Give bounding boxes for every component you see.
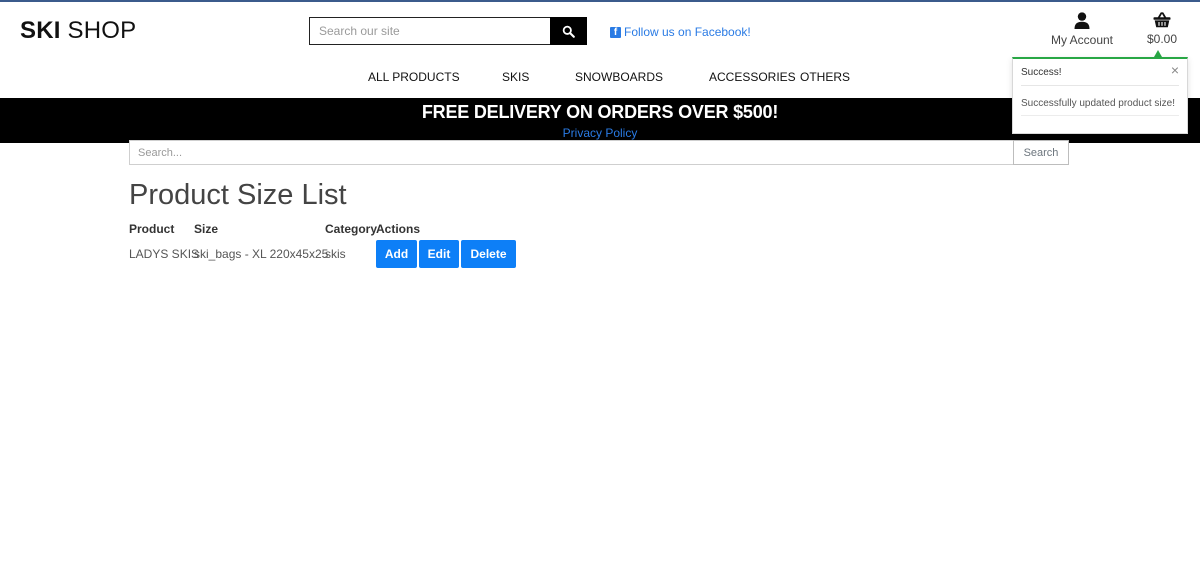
toast-title: Success! <box>1021 67 1062 78</box>
top-border <box>0 0 1200 2</box>
toast-arrow <box>1154 50 1162 57</box>
logo-bold-text: SKI <box>20 17 61 44</box>
site-logo[interactable]: SKI SHOP <box>20 17 136 45</box>
site-search-button[interactable] <box>550 17 587 45</box>
nav-all-products[interactable]: ALL PRODUCTS <box>368 70 460 84</box>
nav-snowboards[interactable]: SNOWBOARDS <box>575 70 663 84</box>
logo-rest-text: SHOP <box>67 17 137 44</box>
facebook-icon: f <box>610 26 621 38</box>
success-toast: Success! × Successfully updated product … <box>1012 57 1188 134</box>
page-title: Product Size List <box>129 179 347 211</box>
basket-icon <box>1153 12 1171 28</box>
edit-button[interactable]: Edit <box>419 240 459 268</box>
toast-message: Successfully updated product size! <box>1021 98 1175 109</box>
toast-divider <box>1021 85 1179 86</box>
product-size-search-button[interactable]: Search <box>1013 140 1069 165</box>
table-cell-category: skis <box>325 247 346 261</box>
product-size-search-form: Search <box>129 140 1069 165</box>
my-account-label: My Account <box>1050 33 1114 47</box>
nav-accessories[interactable]: ACCESSORIES <box>709 70 796 84</box>
table-header-product: Product <box>129 222 175 236</box>
site-search-input[interactable] <box>309 17 550 45</box>
table-header-size: Size <box>194 222 219 236</box>
add-button[interactable]: Add <box>376 240 417 268</box>
delete-button[interactable]: Delete <box>461 240 516 268</box>
user-icon <box>1074 12 1090 29</box>
product-size-search-input[interactable] <box>129 140 1013 165</box>
nav-skis[interactable]: SKIS <box>502 70 529 84</box>
facebook-link[interactable]: f Follow us on Facebook! <box>610 25 751 39</box>
toast-divider <box>1021 115 1179 116</box>
basket-total: $0.00 <box>1146 32 1178 46</box>
my-account-link[interactable]: My Account <box>1046 12 1118 47</box>
nav-others[interactable]: OTHERS <box>800 70 850 84</box>
search-icon <box>562 25 575 38</box>
table-cell-product: LADYS SKIS <box>129 247 200 261</box>
table-header-actions: Actions <box>376 222 421 236</box>
close-icon[interactable]: × <box>1171 63 1179 77</box>
table-header-category: Category <box>325 222 378 236</box>
table-cell-size: ski_bags - XL 220x45x25 <box>194 247 329 261</box>
basket-link[interactable]: $0.00 <box>1140 12 1184 46</box>
facebook-link-label: Follow us on Facebook! <box>624 25 751 39</box>
site-search-form <box>309 17 587 45</box>
